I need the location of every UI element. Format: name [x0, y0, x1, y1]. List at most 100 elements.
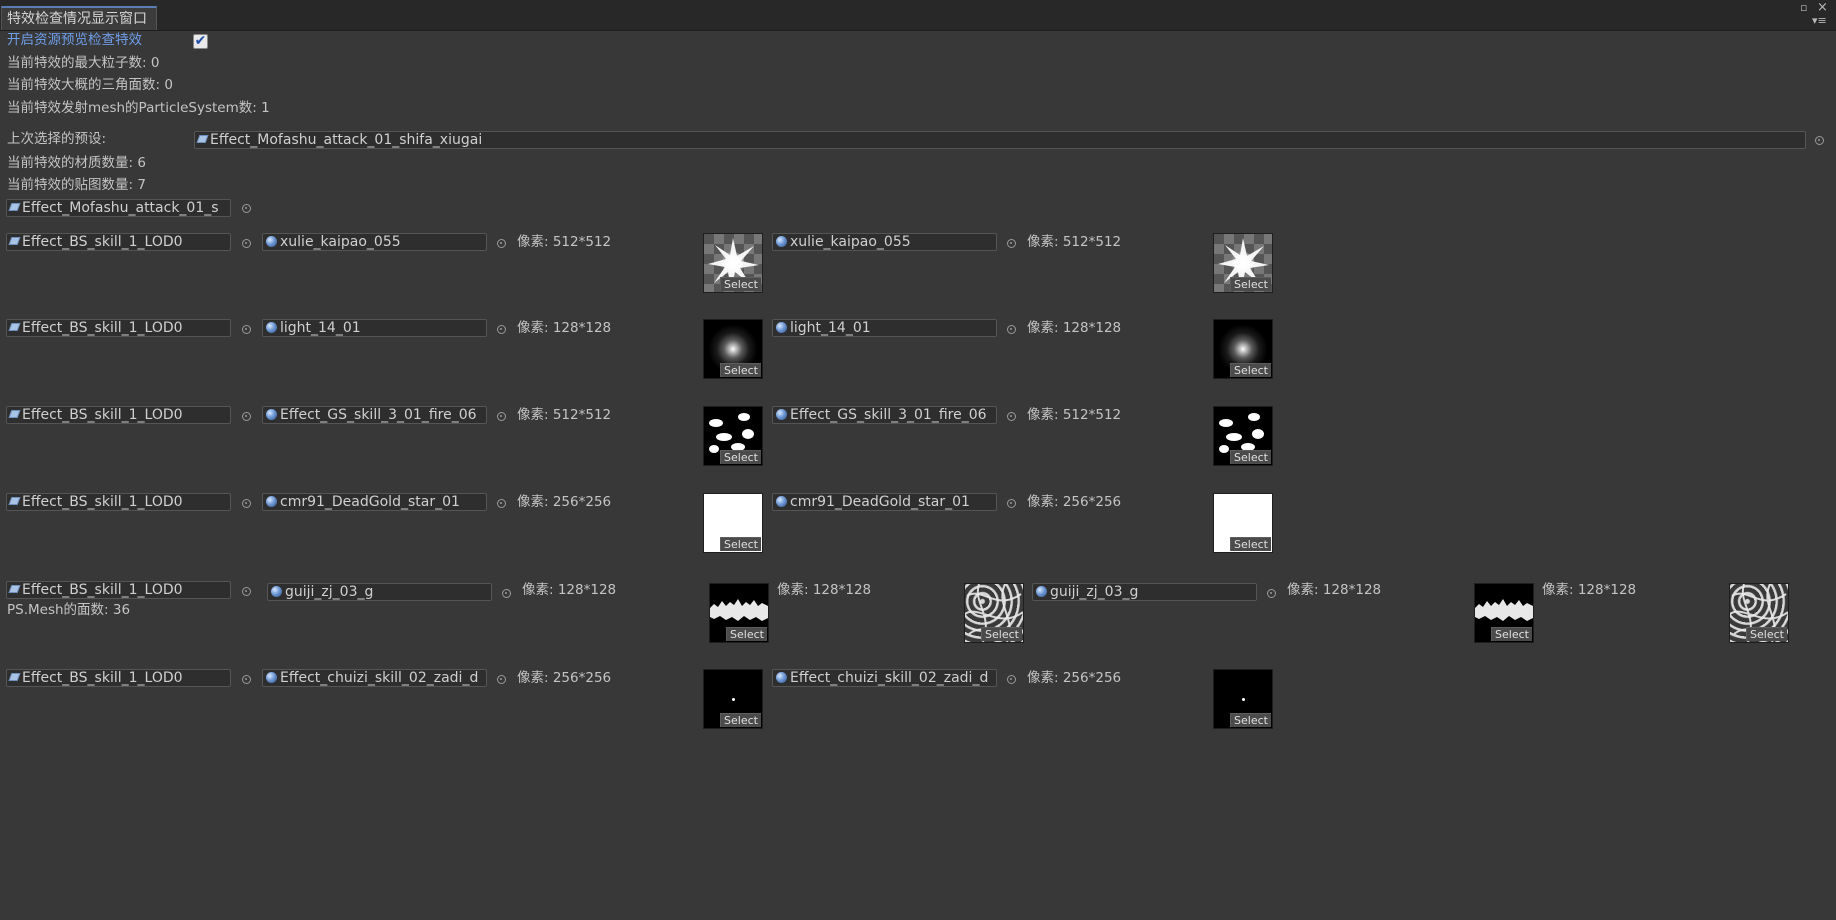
select-button[interactable]: Select [720, 363, 761, 377]
material-icon [266, 671, 277, 683]
material-field[interactable]: cmr91_DeadGold_star_01 [262, 493, 487, 511]
material-field[interactable]: Effect_chuizi_skill_02_zadi_d [772, 669, 997, 687]
effect-object-field[interactable]: Effect_BS_skill_1_LOD0 [6, 406, 231, 424]
effect-object-field[interactable]: Effect_BS_skill_1_LOD0 [6, 669, 231, 687]
select-button[interactable]: Select [1230, 363, 1271, 377]
last-prefab-field[interactable]: Effect_Mofashu_attack_01_shifa_xiugai [194, 131, 1806, 149]
max-particles-text: 当前特效的最大粒子数: 0 [7, 55, 160, 71]
object-picker-icon[interactable] [242, 239, 251, 248]
texture-preview: Select [1213, 319, 1273, 379]
close-icon[interactable]: × [1817, 1, 1828, 14]
select-button[interactable]: Select [981, 627, 1022, 641]
pixel-size-text: 像素: 256*256 [1027, 494, 1122, 510]
material-field[interactable]: guiji_zj_03_g [267, 583, 492, 601]
prefab-icon [8, 410, 21, 418]
material-name: light_14_01 [790, 320, 871, 336]
prefab-icon [196, 135, 209, 143]
object-picker-icon[interactable] [1007, 239, 1016, 248]
object-picker-icon[interactable] [242, 412, 251, 421]
last-prefab-label: 上次选择的预设: [7, 131, 107, 147]
texture-count-text: 当前特效的贴图数量: 7 [7, 177, 146, 193]
object-picker-icon[interactable] [497, 675, 506, 684]
window-tab-bar [0, 0, 1836, 31]
object-picker-icon[interactable] [497, 239, 506, 248]
material-name: Effect_chuizi_skill_02_zadi_d [280, 670, 479, 686]
window-tab[interactable]: 特效检查情况显示窗口 [1, 6, 157, 30]
object-picker-icon[interactable] [497, 412, 506, 421]
material-icon [776, 495, 787, 507]
texture-preview: Select [1474, 583, 1534, 643]
texture-preview: Select [964, 583, 1024, 643]
pixel-size-text: 像素: 128*128 [517, 320, 612, 336]
material-icon [1036, 585, 1047, 597]
pixel-size-text: 像素: 128*128 [1287, 582, 1382, 598]
effect-object-field[interactable]: Effect_BS_skill_1_LOD0 [6, 233, 231, 251]
effect-object-name: Effect_BS_skill_1_LOD0 [22, 320, 183, 336]
pixel-size-text: 像素: 128*128 [777, 582, 872, 598]
material-field[interactable]: Effect_chuizi_skill_02_zadi_d [262, 669, 487, 687]
effect-object-name: Effect_BS_skill_1_LOD0 [22, 407, 183, 423]
object-picker-icon[interactable] [242, 675, 251, 684]
pixel-size-text: 像素: 512*512 [517, 407, 612, 423]
object-picker-icon[interactable] [502, 589, 511, 598]
effect-object-name: Effect_BS_skill_1_LOD0 [22, 582, 183, 598]
object-picker-icon[interactable] [1007, 412, 1016, 421]
select-button[interactable]: Select [1746, 627, 1787, 641]
object-picker-icon[interactable] [1007, 325, 1016, 334]
last-prefab-value: Effect_Mofashu_attack_01_shifa_xiugai [210, 132, 483, 148]
texture-preview: Select [703, 319, 763, 379]
enable-preview-checkbox[interactable]: ✔ [193, 34, 208, 49]
effect-object-field[interactable]: Effect_BS_skill_1_LOD0 [6, 493, 231, 511]
select-button[interactable]: Select [1230, 277, 1271, 291]
material-field[interactable]: Effect_GS_skill_3_01_fire_06 [772, 406, 997, 424]
object-picker-icon[interactable] [1007, 675, 1016, 684]
texture-preview: Select [1213, 406, 1273, 466]
select-button[interactable]: Select [720, 450, 761, 464]
texture-preview: Select [703, 669, 763, 729]
select-button[interactable]: Select [720, 277, 761, 291]
prefab-icon [8, 203, 21, 211]
root-object-field[interactable]: Effect_Mofashu_attack_01_s [6, 199, 231, 217]
effect-object-name: Effect_BS_skill_1_LOD0 [22, 494, 183, 510]
object-picker-icon[interactable] [242, 204, 251, 213]
texture-preview: Select [703, 493, 763, 553]
mesh-face-count-text: PS.Mesh的面数: 36 [7, 602, 131, 618]
material-icon [266, 495, 277, 507]
object-picker-icon[interactable] [497, 325, 506, 334]
material-field[interactable]: light_14_01 [772, 319, 997, 337]
material-field[interactable]: xulie_kaipao_055 [772, 233, 997, 251]
select-button[interactable]: Select [720, 537, 761, 551]
select-button[interactable]: Select [1230, 537, 1271, 551]
material-field[interactable]: xulie_kaipao_055 [262, 233, 487, 251]
object-picker-icon[interactable] [242, 587, 251, 596]
object-picker-icon[interactable] [1007, 499, 1016, 508]
material-name: xulie_kaipao_055 [790, 234, 911, 250]
triangles-text: 当前特效大概的三角面数: 0 [7, 77, 173, 93]
select-button[interactable]: Select [720, 713, 761, 727]
object-picker-icon[interactable] [497, 499, 506, 508]
material-field[interactable]: Effect_GS_skill_3_01_fire_06 [262, 406, 487, 424]
effect-object-field[interactable]: Effect_BS_skill_1_LOD0 [6, 581, 231, 599]
select-button[interactable]: Select [1230, 713, 1271, 727]
menu-icon[interactable]: ▾≡ [1812, 15, 1827, 26]
object-picker-icon[interactable] [1267, 589, 1276, 598]
maximize-icon[interactable]: ▫ [1800, 2, 1807, 13]
object-picker-icon[interactable] [1815, 136, 1824, 145]
effect-object-field[interactable]: Effect_BS_skill_1_LOD0 [6, 319, 231, 337]
select-button[interactable]: Select [726, 627, 767, 641]
texture-preview: Select [703, 233, 763, 293]
select-button[interactable]: Select [1491, 627, 1532, 641]
texture-preview: Select [1729, 583, 1789, 643]
object-picker-icon[interactable] [242, 325, 251, 334]
material-name: Effect_GS_skill_3_01_fire_06 [280, 407, 477, 423]
material-field[interactable]: light_14_01 [262, 319, 487, 337]
texture-preview: Select [1213, 233, 1273, 293]
material-icon [266, 321, 277, 333]
material-icon [776, 235, 787, 247]
prefab-icon [8, 585, 21, 593]
material-field[interactable]: cmr91_DeadGold_star_01 [772, 493, 997, 511]
material-name: cmr91_DeadGold_star_01 [280, 494, 460, 510]
object-picker-icon[interactable] [242, 499, 251, 508]
material-field[interactable]: guiji_zj_03_g [1032, 583, 1257, 601]
select-button[interactable]: Select [1230, 450, 1271, 464]
